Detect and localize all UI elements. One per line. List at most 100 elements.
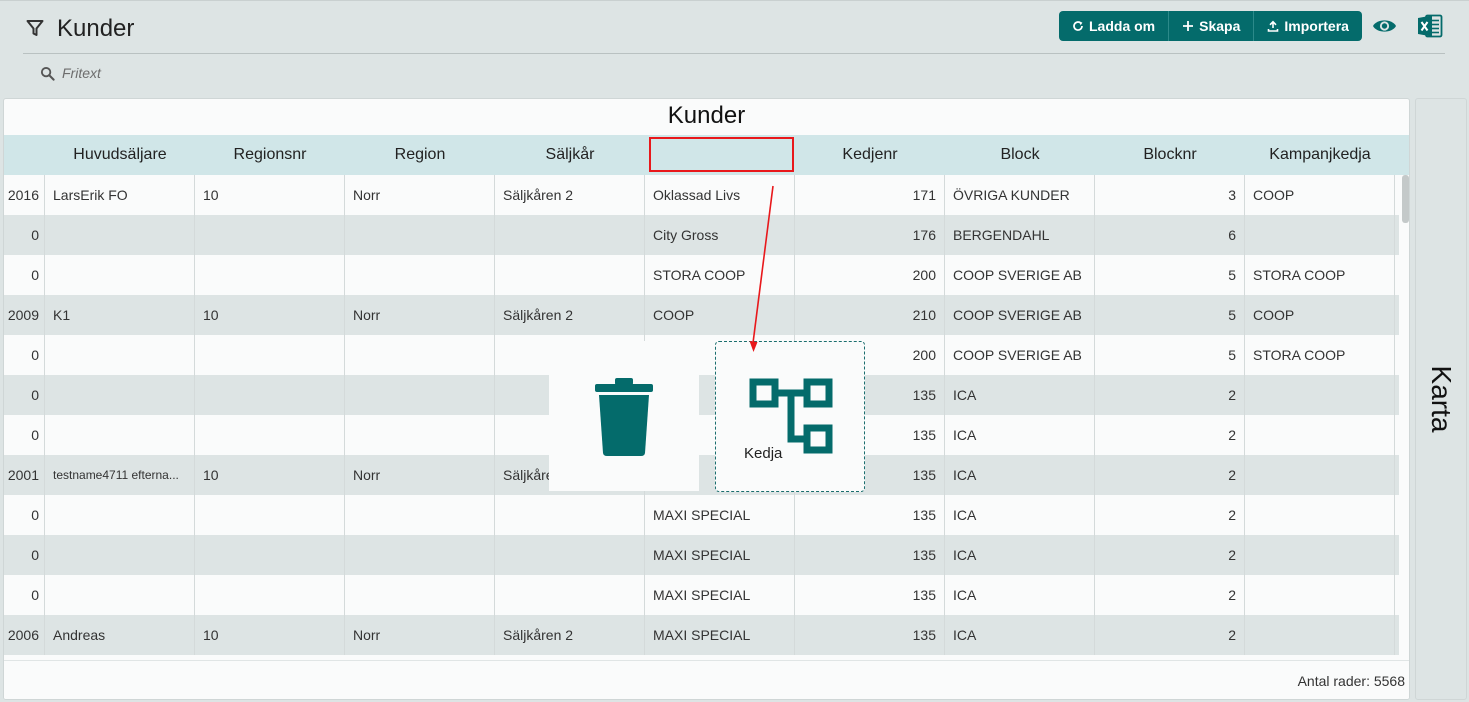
- cell-kampanjkedja[interactable]: [1245, 495, 1395, 535]
- cell-regionsnr[interactable]: [195, 495, 345, 535]
- cell-regionsnr[interactable]: 10: [195, 295, 345, 335]
- vertical-scrollbar[interactable]: [1402, 175, 1409, 223]
- cell-kedjenr[interactable]: 135: [795, 495, 945, 535]
- cell-region[interactable]: [345, 415, 495, 455]
- cell-regionsnr[interactable]: 10: [195, 455, 345, 495]
- cell-kedja[interactable]: City Gross: [645, 215, 795, 255]
- cell-kampanjkedja[interactable]: [1245, 575, 1395, 615]
- cell-blocknr[interactable]: 3: [1095, 175, 1245, 215]
- cell-saljkar[interactable]: [495, 255, 645, 295]
- cell-huvudsaljare[interactable]: [45, 335, 195, 375]
- cell-region[interactable]: Norr: [345, 175, 495, 215]
- cell-saljkar[interactable]: [495, 575, 645, 615]
- column-header-region[interactable]: Region: [345, 135, 495, 175]
- cell-row-id[interactable]: 0: [4, 575, 45, 615]
- table-row[interactable]: 0PE135ICA2: [4, 415, 1399, 455]
- cell-kampanjkedja[interactable]: STORA COOP: [1245, 255, 1395, 295]
- cell-kampanjkedja[interactable]: STORA COOP: [1245, 335, 1395, 375]
- column-header-kedjenr[interactable]: Kedjenr: [795, 135, 945, 175]
- cell-regionsnr[interactable]: [195, 375, 345, 415]
- cell-regionsnr[interactable]: [195, 335, 345, 375]
- cell-kedjenr[interactable]: 200: [795, 255, 945, 295]
- cell-huvudsaljare[interactable]: [45, 215, 195, 255]
- cell-region[interactable]: [345, 335, 495, 375]
- table-row[interactable]: 2016 LarsErik FO 10 Norr Säljkåren 2 Oklassad…: [4, 175, 1399, 215]
- table-row[interactable]: 0 City Gross 176 BERGENDAHL 6: [4, 215, 1399, 255]
- cell-regionsnr[interactable]: [195, 255, 345, 295]
- reload-button[interactable]: Ladda om: [1059, 11, 1170, 41]
- cell-region[interactable]: Norr: [345, 455, 495, 495]
- cell-row-id[interactable]: 2001: [4, 455, 45, 495]
- cell-kedja[interactable]: MAXI SPECIAL: [645, 495, 795, 535]
- cell-kedjenr[interactable]: 176: [795, 215, 945, 255]
- table-row[interactable]: 2009 K1 10 Norr Säljkåren 2 COOP 210 COOP SVERI…: [4, 295, 1399, 335]
- cell-block[interactable]: ICA: [945, 495, 1095, 535]
- cell-kedjenr[interactable]: 135: [795, 575, 945, 615]
- cell-block[interactable]: COOP SVERIGE AB: [945, 255, 1095, 295]
- filter-icon[interactable]: [26, 19, 44, 37]
- cell-huvudsaljare[interactable]: [45, 535, 195, 575]
- cell-saljkar[interactable]: [495, 215, 645, 255]
- cell-row-id[interactable]: 0: [4, 215, 45, 255]
- cell-block[interactable]: COOP SVERIGE AB: [945, 295, 1095, 335]
- cell-blocknr[interactable]: 5: [1095, 295, 1245, 335]
- cell-regionsnr[interactable]: [195, 415, 345, 455]
- map-side-panel[interactable]: Karta: [1415, 98, 1467, 700]
- excel-icon[interactable]: [1417, 14, 1443, 38]
- cell-block[interactable]: ICA: [945, 455, 1095, 495]
- cell-saljkar[interactable]: Säljkåren 2: [495, 295, 645, 335]
- cell-huvudsaljare[interactable]: testname4711 efterna...: [45, 455, 195, 495]
- cell-block[interactable]: ICA: [945, 615, 1095, 655]
- cell-row-id[interactable]: 0: [4, 535, 45, 575]
- cell-huvudsaljare[interactable]: [45, 495, 195, 535]
- cell-blocknr[interactable]: 2: [1095, 455, 1245, 495]
- cell-huvudsaljare[interactable]: [45, 375, 195, 415]
- cell-region[interactable]: [345, 375, 495, 415]
- cell-block[interactable]: COOP SVERIGE AB: [945, 335, 1095, 375]
- cell-kampanjkedja[interactable]: [1245, 375, 1395, 415]
- cell-block[interactable]: ICA: [945, 375, 1095, 415]
- cell-kampanjkedja[interactable]: [1245, 615, 1395, 655]
- cell-row-id[interactable]: 0: [4, 255, 45, 295]
- cell-regionsnr[interactable]: 10: [195, 175, 345, 215]
- cell-saljkar[interactable]: Säljkåren 2: [495, 175, 645, 215]
- cell-block[interactable]: BERGENDAHL: [945, 215, 1095, 255]
- cell-block[interactable]: ICA: [945, 575, 1095, 615]
- column-header-block[interactable]: Block: [945, 135, 1095, 175]
- cell-kedja[interactable]: MAXI SPECIAL: [645, 535, 795, 575]
- cell-kedjenr[interactable]: 135: [795, 615, 945, 655]
- cell-blocknr[interactable]: 2: [1095, 575, 1245, 615]
- cell-huvudsaljare[interactable]: K1: [45, 295, 195, 335]
- table-row[interactable]: 2001 testname4711 efterna... 10 Norr Säljkår…: [4, 455, 1399, 495]
- cell-region[interactable]: Norr: [345, 295, 495, 335]
- column-header-blocknr[interactable]: Blocknr: [1095, 135, 1245, 175]
- cell-region[interactable]: [345, 535, 495, 575]
- table-row[interactable]: 2006 Andreas 10 Norr Säljkåren 2 MAXI SPECIAL…: [4, 615, 1399, 655]
- cell-saljkar[interactable]: [495, 535, 645, 575]
- drop-zone-delete[interactable]: [549, 341, 699, 491]
- cell-saljkar[interactable]: Säljkåren 2: [495, 615, 645, 655]
- cell-region[interactable]: [345, 575, 495, 615]
- table-row[interactable]: 0 STORA COOP 200 COOP SVERIGE AB 5 STORA COOP: [4, 255, 1399, 295]
- cell-huvudsaljare[interactable]: [45, 415, 195, 455]
- cell-kedja[interactable]: MAXI SPECIAL: [645, 615, 795, 655]
- column-header-regionsnr[interactable]: Regionsnr: [195, 135, 345, 175]
- cell-kampanjkedja[interactable]: [1245, 215, 1395, 255]
- cell-kedja[interactable]: Oklassad Livs: [645, 175, 795, 215]
- cell-blocknr[interactable]: 2: [1095, 375, 1245, 415]
- cell-huvudsaljare[interactable]: Andreas: [45, 615, 195, 655]
- cell-row-id[interactable]: 0: [4, 415, 45, 455]
- cell-regionsnr[interactable]: 10: [195, 615, 345, 655]
- cell-regionsnr[interactable]: [195, 535, 345, 575]
- column-header-huvudsaljare[interactable]: Huvudsäljare: [45, 135, 195, 175]
- cell-row-id[interactable]: 2016: [4, 175, 45, 215]
- cell-kampanjkedja[interactable]: [1245, 415, 1395, 455]
- cell-kampanjkedja[interactable]: COOP: [1245, 175, 1395, 215]
- table-row[interactable]: 0PE135ICA2: [4, 375, 1399, 415]
- column-header-saljkar[interactable]: Säljkår: [495, 135, 645, 175]
- table-row[interactable]: 0 MAXI SPECIAL 135 ICA 2: [4, 575, 1399, 615]
- cell-block[interactable]: ÖVRIGA KUNDER: [945, 175, 1095, 215]
- cell-kedjenr[interactable]: 210: [795, 295, 945, 335]
- create-button[interactable]: Skapa: [1169, 11, 1255, 41]
- cell-blocknr[interactable]: 6: [1095, 215, 1245, 255]
